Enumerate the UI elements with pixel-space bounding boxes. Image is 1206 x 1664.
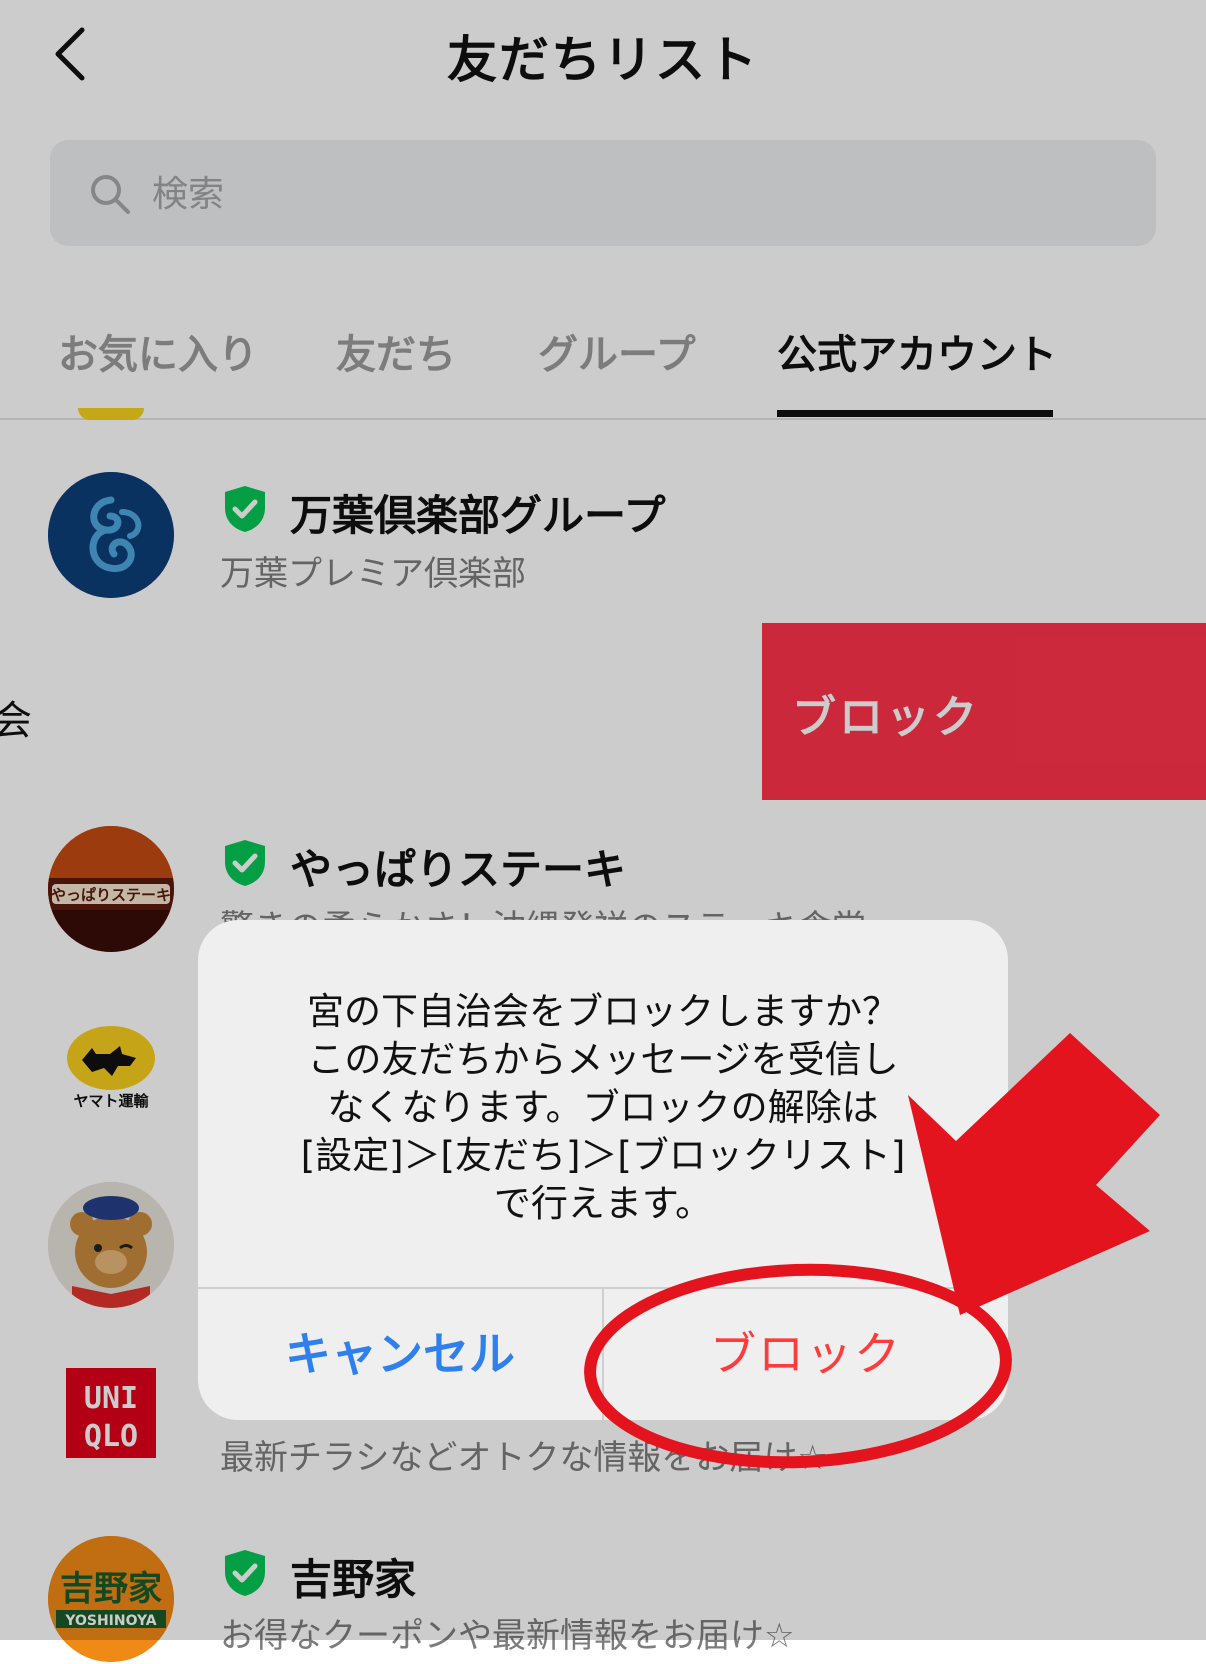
dialog-message-line: 宮の下自治会をブロックしますか？	[307, 990, 899, 1033]
annotation-circle-icon	[580, 1258, 1016, 1474]
dialog-message-line: で行えます。	[493, 1182, 713, 1225]
friend-list-screen: 友だちリスト お気に入り 友だち グループ 公式アカウント 万葉倶楽部グループ …	[0, 0, 1206, 1662]
dialog-message-line: なくなります。ブロックの解除は	[327, 1086, 879, 1129]
dialog-message-line: [設定]＞[友だち]＞[ブロックリスト]	[300, 1134, 906, 1177]
cancel-button[interactable]: キャンセル	[198, 1289, 602, 1420]
dialog-message: 宮の下自治会をブロックしますか？ この友だちからメッセージを受信し なくなります…	[238, 988, 968, 1228]
dialog-message-line: この友だちからメッセージを受信し	[307, 1038, 899, 1081]
